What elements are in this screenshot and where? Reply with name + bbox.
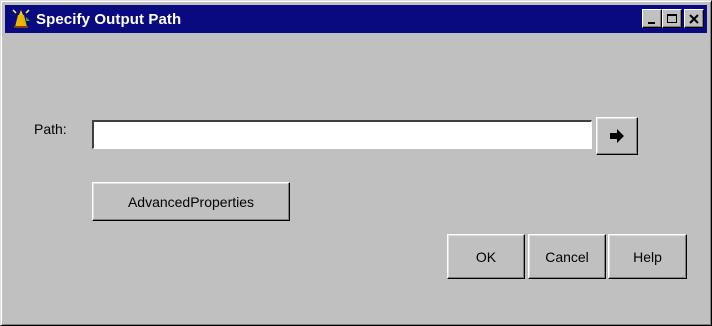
- window-controls: [642, 9, 704, 28]
- window-title: Specify Output Path: [36, 10, 182, 28]
- ok-button[interactable]: OK: [447, 234, 525, 279]
- help-button[interactable]: Help: [608, 234, 687, 279]
- title-bar[interactable]: Specify Output Path: [5, 5, 707, 33]
- browse-button[interactable]: [596, 117, 638, 155]
- arrow-right-icon: [610, 129, 624, 143]
- close-button[interactable]: [684, 9, 704, 28]
- path-input[interactable]: [92, 120, 592, 149]
- maximize-button[interactable]: [662, 9, 682, 28]
- minimize-button[interactable]: [642, 9, 662, 28]
- close-icon: [689, 13, 699, 24]
- cancel-button[interactable]: Cancel: [528, 234, 606, 279]
- maximize-icon: [667, 13, 677, 23]
- wizard-icon: [10, 8, 32, 30]
- dialog-window: Specify Output Path Path: AdvancedProper…: [0, 0, 712, 326]
- minimize-icon: [648, 21, 655, 24]
- advanced-properties-button[interactable]: AdvancedProperties: [92, 182, 290, 221]
- path-label: Path:: [34, 121, 67, 137]
